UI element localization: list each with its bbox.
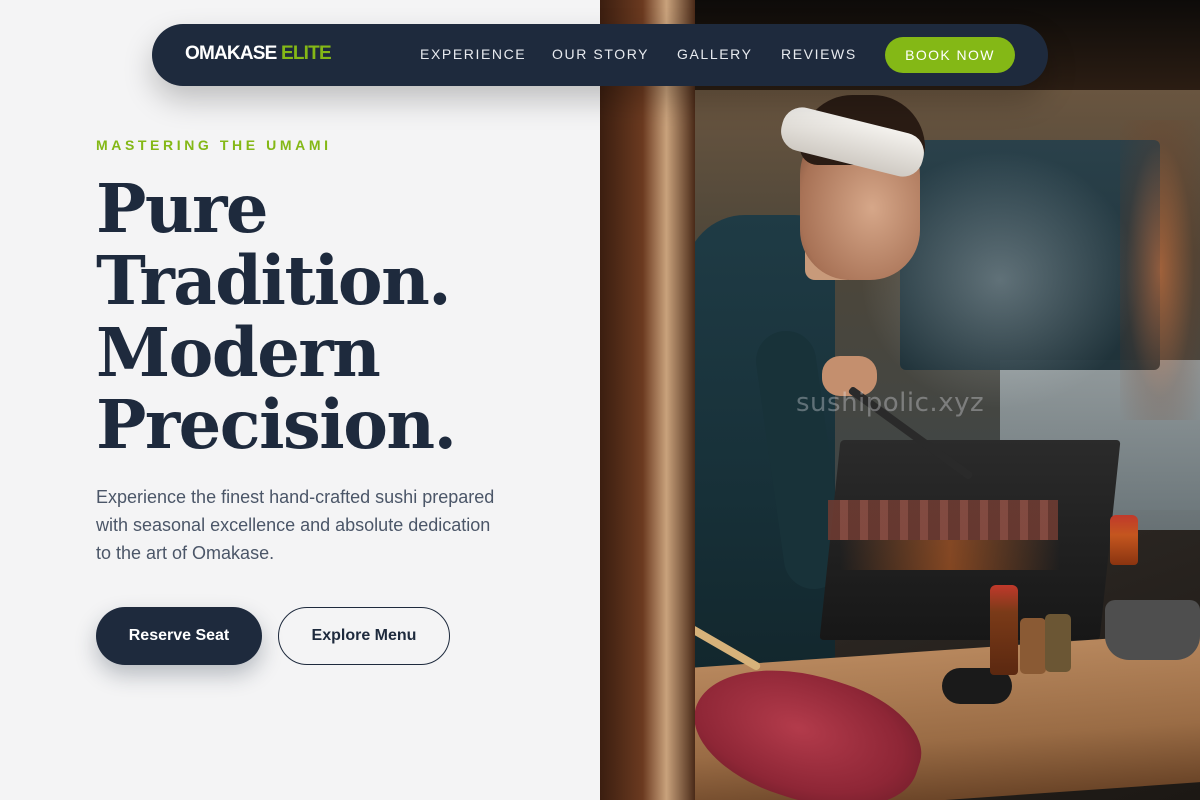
top-navbar: OMAKASE ELITE EXPERIENCE OUR STORY GALLE… [152, 24, 1048, 86]
photo-skewers [828, 500, 1058, 540]
brand-name: OMAKASE [185, 43, 277, 64]
photo-embers [840, 540, 1060, 570]
photo-sauce-bottle [990, 585, 1018, 675]
hero-headline: Pure Tradition. Modern Precision. [96, 169, 457, 464]
nav-link-our-story[interactable]: OUR STORY [552, 46, 649, 62]
hero-eyebrow: MASTERING THE UMAMI [96, 137, 332, 153]
nav-link-gallery[interactable]: GALLERY [677, 46, 753, 62]
hero-section: MASTERING THE UMAMI Pure Tradition. Mode… [0, 0, 600, 800]
hero-photo-chef-grilling: sushipolic.xyz [600, 0, 1200, 800]
photo-door-frame [600, 0, 695, 800]
headline-line: Precision. [96, 385, 457, 464]
landing-page: MASTERING THE UMAMI Pure Tradition. Mode… [0, 0, 1200, 800]
headline-line: Tradition. [96, 241, 452, 320]
headline-line: Pure [96, 169, 269, 248]
headline-line: Modern [96, 313, 381, 392]
nav-link-reviews[interactable]: REVIEWS [781, 46, 857, 62]
reserve-seat-button[interactable]: Reserve Seat [96, 607, 262, 665]
brand-accent: ELITE [281, 43, 332, 64]
explore-menu-button[interactable]: Explore Menu [278, 607, 450, 665]
photo-sauce-bottle [1110, 515, 1138, 565]
book-now-button[interactable]: BOOK NOW [885, 37, 1015, 73]
nav-link-experience[interactable]: EXPERIENCE [420, 46, 526, 62]
photo-watermark: sushipolic.xyz [796, 388, 985, 418]
hero-description: Experience the finest hand-crafted sushi… [96, 487, 495, 563]
photo-bowl [1105, 600, 1200, 660]
photo-spice-jar [1020, 618, 1046, 674]
photo-spice-jar [1045, 614, 1071, 672]
photo-warm-bokeh [1120, 120, 1200, 420]
brand-logo[interactable]: OMAKASE ELITE [185, 43, 332, 65]
